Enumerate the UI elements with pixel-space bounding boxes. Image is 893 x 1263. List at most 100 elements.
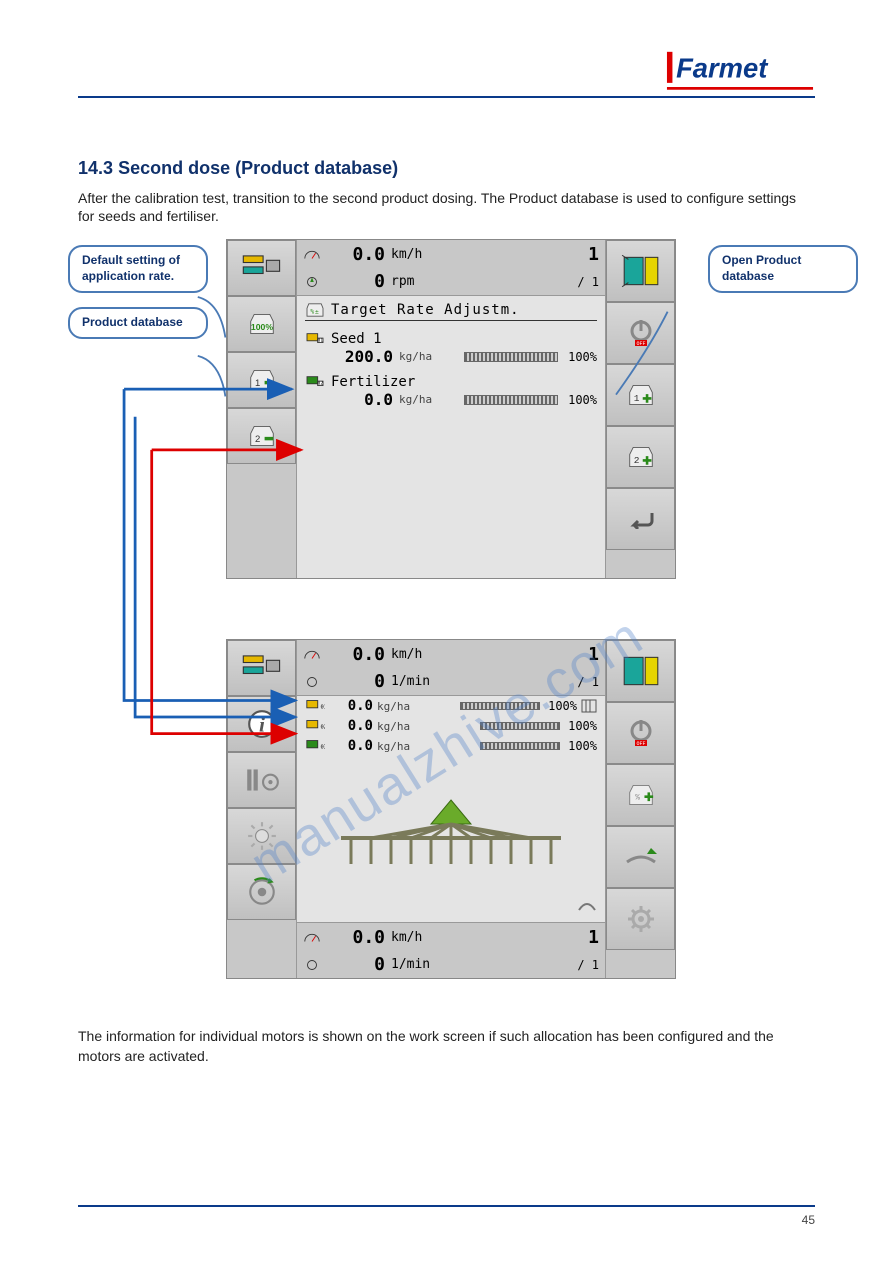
status-bar: 0.0 km/h 1 0 rpm / 1 <box>297 240 605 296</box>
svg-text:1: 1 <box>633 393 639 404</box>
gear-icon[interactable] <box>606 888 675 950</box>
svg-text:%±: %± <box>310 309 319 316</box>
bag-1-plus-icon[interactable]: 1 <box>606 364 675 426</box>
bag-100-icon[interactable]: 100% <box>227 296 296 352</box>
counter-big: 1 <box>539 644 599 665</box>
machine-icon[interactable] <box>227 240 296 296</box>
counter-big: 1 <box>539 244 599 265</box>
intro-text: After the calibration test, transition t… <box>78 189 798 225</box>
info-icon[interactable]: i <box>227 696 296 752</box>
svg-text:i: i <box>259 713 265 737</box>
rate-bar <box>464 395 558 405</box>
product-name: Seed 1 <box>331 331 382 347</box>
rate-value: 200.0 <box>331 347 393 366</box>
hopper-02-icon: 02 <box>305 374 325 390</box>
terminal-work-screen: i 0.0 km/h 1 <box>226 639 676 979</box>
svg-text:2: 2 <box>255 434 260 445</box>
rate-row-3: 03 0.0 kg/ha 100% <box>297 736 605 756</box>
counter-small: / 1 <box>539 958 599 972</box>
page-footer: 45 <box>78 1205 815 1227</box>
svg-text:1: 1 <box>255 378 260 389</box>
svg-text:%: % <box>635 795 640 803</box>
rpm-unit: 1/min <box>391 674 533 689</box>
fan-icon <box>303 275 321 289</box>
hopper-02-icon: 02 <box>305 718 325 734</box>
status-bar-top: 0.0 km/h 1 0 1/min / 1 <box>297 640 605 696</box>
fan-icon <box>303 675 321 689</box>
rate-bar <box>464 352 558 362</box>
rpm-unit: 1/min <box>391 957 533 972</box>
hopper-03-icon: 03 <box>305 738 325 754</box>
rpm-value: 0 <box>327 271 385 292</box>
screen-title: %± Target Rate Adjustm. <box>305 302 597 321</box>
machine-icon[interactable] <box>227 640 296 696</box>
product-seed-1[interactable]: 01 Seed 1 200.0 kg/ha 100% <box>305 331 597 366</box>
speed-value: 0.0 <box>327 644 385 665</box>
speed-unit: km/h <box>391 247 533 262</box>
bag-pct-plus-icon[interactable]: % <box>606 764 675 826</box>
power-off-icon[interactable]: OFF <box>606 702 675 764</box>
svg-text:01: 01 <box>320 705 325 711</box>
bag-1-minus-icon[interactable]: 1 <box>227 352 296 408</box>
speed-value: 0.0 <box>327 244 385 265</box>
svg-text:03: 03 <box>320 745 325 751</box>
counter-big: 1 <box>539 927 599 948</box>
page-header: Farmet <box>78 50 815 98</box>
svg-text:02: 02 <box>320 725 325 731</box>
callout-default-rate: Default setting of application rate. <box>68 245 208 292</box>
page-number: 45 <box>802 1213 815 1227</box>
rate-row-1: 01 0.0 kg/ha 100% <box>297 696 605 716</box>
wheel-icon[interactable] <box>227 864 296 920</box>
svg-text:100%: 100% <box>250 322 272 332</box>
svg-text:02: 02 <box>318 381 324 387</box>
section-title: 14.3 Second dose (Product database) <box>78 158 815 179</box>
rate-row-2: 02 0.0 kg/ha 100% <box>297 716 605 736</box>
bag-pct-icon: %± <box>305 302 325 318</box>
rpm-value: 0 <box>327 671 385 692</box>
callout-product-db: Product database <box>68 307 208 339</box>
bag-2-plus-icon[interactable]: 2 <box>606 426 675 488</box>
counter-small: / 1 <box>539 275 599 289</box>
svg-text:OFF: OFF <box>636 741 645 747</box>
svg-text:2: 2 <box>633 455 639 466</box>
rpm-value: 0 <box>327 954 385 975</box>
svg-text:01: 01 <box>318 338 324 344</box>
section-icon <box>581 699 597 713</box>
speed-unit: km/h <box>391 930 533 945</box>
brand-logo: Farmet <box>665 50 815 92</box>
tile-icon[interactable] <box>606 640 675 702</box>
speedometer-icon <box>303 930 321 944</box>
hopper-01-icon: 01 <box>305 698 325 714</box>
svg-text:OFF: OFF <box>636 341 645 347</box>
implement-up-icon[interactable] <box>606 826 675 888</box>
brand-text: Farmet <box>676 52 769 83</box>
speedometer-icon <box>303 647 321 661</box>
speed-unit: km/h <box>391 647 533 662</box>
speed-value: 0.0 <box>327 927 385 948</box>
tramline-gear-icon[interactable] <box>227 752 296 808</box>
speedometer-icon <box>303 247 321 261</box>
post-text: The information for individual motors is… <box>78 1027 815 1066</box>
light-icon[interactable] <box>227 808 296 864</box>
product-name: Fertilizer <box>331 374 415 390</box>
rate-value: 0.0 <box>331 390 393 409</box>
implement-graphic <box>297 756 605 922</box>
status-bar-bottom: 0.0 km/h 1 0 1/min / 1 <box>297 922 605 978</box>
rate-unit: kg/ha <box>399 393 432 406</box>
terminal-target-rate: 100% 1 2 0.0 km/h 1 <box>226 239 676 579</box>
rpm-unit: rpm <box>391 274 533 289</box>
bout-marker-icon <box>577 900 597 914</box>
tile-icon[interactable] <box>606 240 675 302</box>
return-icon[interactable] <box>606 488 675 550</box>
rate-pct: 100% <box>568 393 597 407</box>
rate-pct: 100% <box>568 350 597 364</box>
bag-2-minus-icon[interactable]: 2 <box>227 408 296 464</box>
power-off-icon[interactable]: OFF <box>606 302 675 364</box>
counter-small: / 1 <box>539 675 599 689</box>
hopper-01-icon: 01 <box>305 331 325 347</box>
product-fertilizer[interactable]: 02 Fertilizer 0.0 kg/ha 100% <box>305 374 597 409</box>
diagram-area: Default setting of application rate. Pro… <box>78 239 815 1009</box>
fan-icon <box>303 958 321 972</box>
callout-open-product-db: Open Product database <box>708 245 858 292</box>
rate-unit: kg/ha <box>399 350 432 363</box>
